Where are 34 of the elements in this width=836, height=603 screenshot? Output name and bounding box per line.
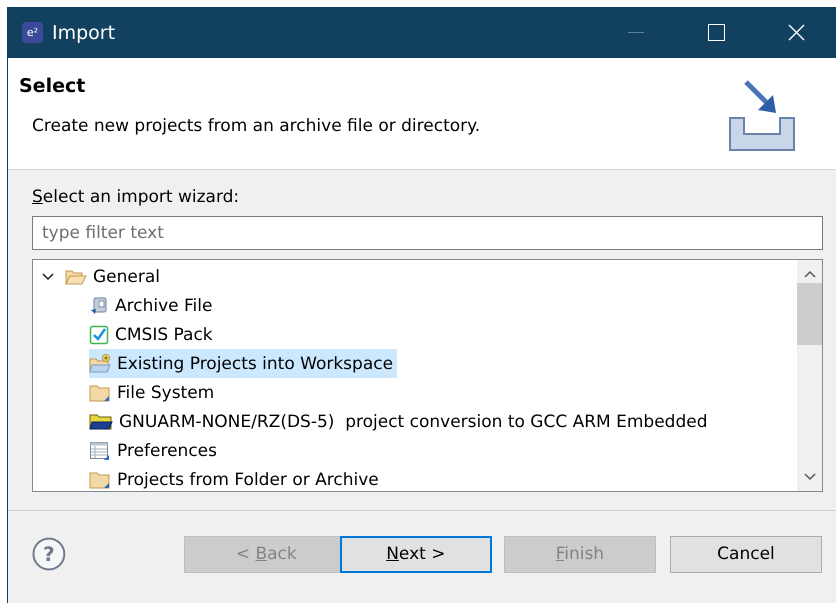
- filter-field[interactable]: type filter text: [32, 216, 823, 250]
- tree-item[interactable]: Preferences: [89, 436, 221, 465]
- tree-item[interactable]: General: [33, 262, 164, 291]
- checkbox-icon: [89, 324, 109, 344]
- tree-item[interactable]: File System: [89, 378, 218, 407]
- dialog-button[interactable]: Next >: [340, 536, 492, 572]
- maximize-icon[interactable]: [708, 24, 724, 41]
- scroll-up-icon[interactable]: [804, 270, 816, 278]
- table-icon: [89, 440, 111, 460]
- expanded-chevron-icon[interactable]: [42, 272, 54, 280]
- tree-item[interactable]: Archive File: [89, 291, 216, 320]
- folder-icon: [89, 412, 113, 430]
- wizard-label: Select an import wizard:: [32, 187, 240, 207]
- window-title: Import: [52, 22, 116, 44]
- scroll-down-icon[interactable]: [804, 473, 816, 481]
- page-description: Create new projects from an archive file or directory.: [32, 116, 482, 136]
- tree-item[interactable]: CMSIS Pack: [89, 320, 217, 349]
- import-tray-icon: [728, 80, 796, 152]
- tree-item[interactable]: GNUARM-NONE/RZ(DS-5) project conversion to GCC ARM Embedded: [89, 407, 712, 436]
- help-icon[interactable]: ?: [32, 537, 66, 571]
- tree-item[interactable]: Existing Projects into Workspace: [89, 349, 398, 378]
- archive-icon: [89, 296, 109, 316]
- page-title: Select: [19, 75, 86, 97]
- open-folder-icon: [65, 268, 87, 286]
- folder-icon: [89, 384, 111, 402]
- folder-icon: [89, 470, 111, 488]
- tree-item[interactable]: Projects from Folder or Archive: [89, 465, 383, 491]
- dialog-button[interactable]: Cancel: [670, 536, 822, 572]
- scroll-thumb[interactable]: [797, 283, 822, 345]
- app-logo-icon: e²: [22, 22, 43, 43]
- folder-plus-icon: [89, 354, 111, 374]
- close-icon[interactable]: [788, 24, 804, 41]
- scrollbar[interactable]: [797, 260, 822, 491]
- minimize-icon[interactable]: [628, 32, 644, 34]
